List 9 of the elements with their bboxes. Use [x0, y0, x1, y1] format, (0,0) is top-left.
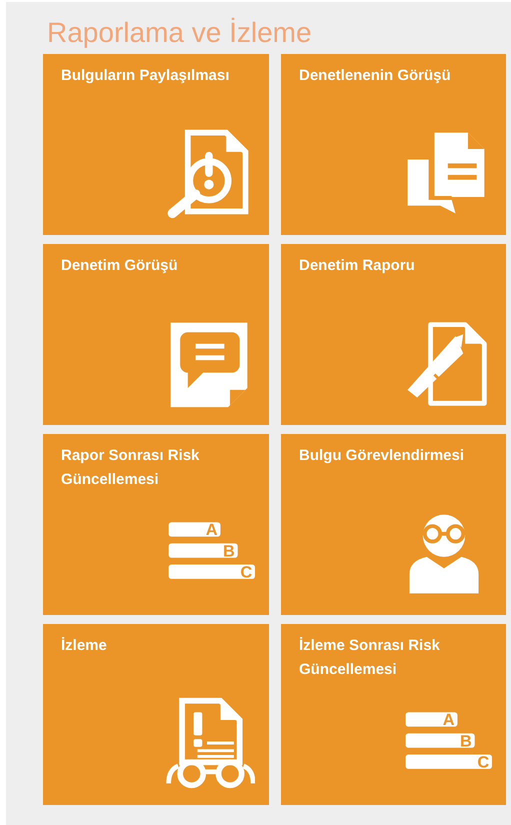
menu-tile[interactable]: İzleme — [43, 624, 269, 805]
section-title: Raporlama ve İzleme — [47, 16, 313, 50]
menu-tile[interactable]: İzleme Sonrası Risk Güncellemesi A B C — [281, 624, 506, 805]
menu-tile[interactable]: Denetim Görüşü — [43, 244, 269, 425]
menu-tile[interactable]: Denetim Raporu — [281, 244, 506, 425]
menu-tile[interactable]: Bulgu Görevlendirmesi — [281, 434, 506, 615]
menu-tile[interactable]: Bulguların Paylaşılması — [43, 54, 269, 235]
menu-tile[interactable]: Rapor Sonrası Risk Güncellemesi A B C — [43, 434, 269, 615]
menu-tile[interactable]: Denetlenenin Görüşü — [281, 54, 506, 235]
